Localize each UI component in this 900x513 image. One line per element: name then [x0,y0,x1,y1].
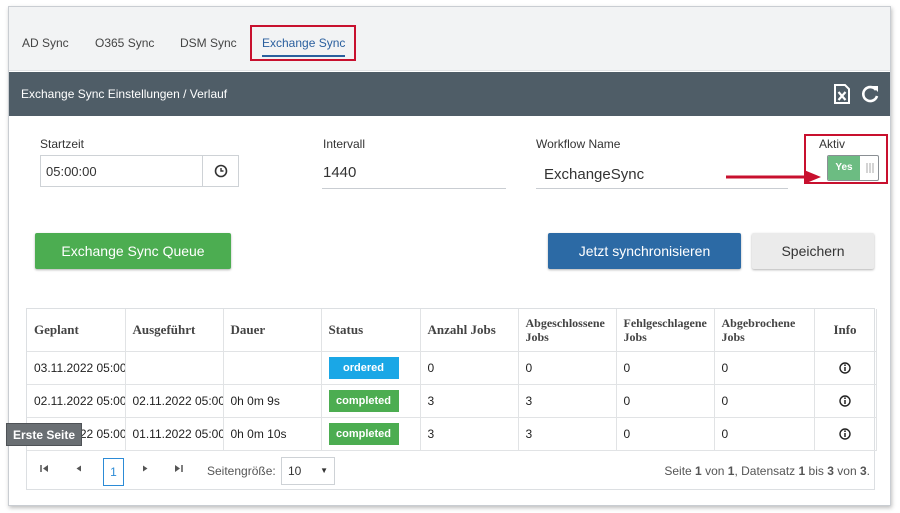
startzeit-input[interactable]: 05:00:00 [40,155,239,187]
dropdown-caret-icon: ▼ [320,466,328,475]
table-row[interactable]: 03.11.2022 05:00: ordered 0 0 0 0 [27,351,877,385]
toggle-yes-label: Yes [828,156,860,180]
page-size-value: 10 [288,464,302,478]
pager-info-end: . [866,464,870,478]
cell-info [814,417,877,451]
cell-dauer: 0h 0m 10s [223,417,322,451]
cell-info [814,384,877,418]
cell-geplant: 02.11.2022 05:00: [27,384,126,418]
table-row[interactable]: 01.11.2022 05:00: 01.11.2022 05:00: 0h 0… [27,417,877,451]
col-info: Info [814,309,877,352]
cell-dauer: 0h 0m 9s [223,384,322,418]
cell-abgeschlossen: 3 [518,384,617,418]
cell-ausgefuehrt: 02.11.2022 05:00: [125,384,224,418]
col-abgebrochene-jobs[interactable]: Abgebrochene Jobs [714,309,815,352]
cell-anzahl: 3 [420,417,519,451]
pager: 1 Seitengröße: 10 ▼ Seite 1 von 1, Daten… [27,450,874,490]
tab-bar: AD Sync O365 Sync DSM Sync Exchange Sync [9,7,890,71]
info-icon[interactable] [839,361,851,374]
workflow-label: Workflow Name [536,137,621,151]
tab-highlight-box [250,25,356,61]
aktiv-toggle[interactable]: Yes [827,155,879,181]
intervall-input[interactable]: 1440 [322,155,506,189]
cell-fehlgeschlagen: 0 [616,417,715,451]
status-badge: ordered [328,356,399,379]
startzeit-value: 05:00:00 [46,164,97,179]
cell-abgeschlossen: 0 [518,351,617,385]
page-size-label: Seitengröße: [207,464,276,478]
intervall-value: 1440 [323,164,357,181]
first-page-icon[interactable] [40,464,49,475]
pager-info-from: 1 [798,464,806,478]
panel-title: Exchange Sync Einstellungen / Verlauf [21,87,228,101]
pager-info-bis: bis [808,464,824,478]
cell-fehlgeschlagen: 0 [616,384,715,418]
aktiv-label: Aktiv [819,137,846,151]
cell-anzahl: 3 [420,384,519,418]
tab-ad-sync[interactable]: AD Sync [22,29,69,57]
cell-geplant: 03.11.2022 05:00: [27,351,126,385]
sync-history-grid: Geplant Ausgeführt Dauer Status Anzahl J… [26,308,877,490]
pager-info-seite: Seite [664,464,692,478]
next-page-icon[interactable] [141,464,150,475]
app-window: AD Sync O365 Sync DSM Sync Exchange Sync… [8,6,891,506]
exchange-sync-queue-button[interactable]: Exchange Sync Queue [35,233,231,269]
save-button[interactable]: Speichern [752,233,874,269]
cell-status: completed [321,384,421,418]
status-badge: completed [328,389,399,412]
pager-info-von2: von [837,464,857,478]
table-row[interactable]: 02.11.2022 05:00: 02.11.2022 05:00: 0h 0… [27,384,877,418]
status-badge: completed [328,422,399,445]
info-icon[interactable] [839,394,851,407]
pager-info-datensatz: , Datensatz [734,464,796,478]
cell-ausgefuehrt: 01.11.2022 05:00: [125,417,224,451]
pager-info-total: 3 [859,464,867,478]
panel-header: Exchange Sync Einstellungen / Verlauf [9,72,890,116]
pager-info: Seite 1 von 1, Datensatz 1 bis 3 von 3. [664,464,870,478]
refresh-icon[interactable] [860,84,879,104]
cell-abgeschlossen: 3 [518,417,617,451]
info-icon[interactable] [839,427,851,440]
cell-abgebrochen: 0 [714,417,815,451]
excel-export-icon[interactable] [833,84,851,104]
tab-o365-sync[interactable]: O365 Sync [95,29,154,57]
pager-info-page: 1 [695,464,702,478]
pager-info-to: 3 [827,464,834,478]
col-ausgefuehrt[interactable]: Ausgeführt [125,309,224,352]
tab-dsm-sync[interactable]: DSM Sync [180,29,237,57]
pager-info-von: von [705,464,725,478]
current-page-button[interactable]: 1 [103,458,124,486]
cell-info [814,351,877,385]
col-status[interactable]: Status [321,309,421,352]
col-dauer[interactable]: Dauer [223,309,322,352]
cell-status: completed [321,417,421,451]
time-picker-button[interactable] [202,156,238,186]
prev-page-icon[interactable] [74,464,83,475]
clock-icon [214,164,228,178]
cell-anzahl: 0 [420,351,519,385]
col-geplant[interactable]: Geplant [27,309,126,352]
cell-abgebrochen: 0 [714,384,815,418]
col-anzahl-jobs[interactable]: Anzahl Jobs [420,309,519,352]
cell-status: ordered [321,351,421,385]
intervall-label: Intervall [323,137,366,151]
page-size-select[interactable]: 10 ▼ [281,457,335,485]
workflow-value: ExchangeSync [544,166,645,183]
col-abgeschlossene-jobs[interactable]: Abgeschlossene Jobs [518,309,617,352]
toggle-grip-icon [866,163,874,173]
cell-ausgefuehrt [125,351,224,385]
cell-dauer [223,351,322,385]
table-header-row: Geplant Ausgeführt Dauer Status Anzahl J… [27,309,877,352]
col-fehlgeschlagene-jobs[interactable]: Fehlgeschlagene Jobs [616,309,715,352]
cell-abgebrochen: 0 [714,351,815,385]
cell-fehlgeschlagen: 0 [616,351,715,385]
startzeit-label: Startzeit [40,137,85,151]
red-arrow-annotation [726,170,821,184]
last-page-icon[interactable] [174,464,183,475]
sync-now-button[interactable]: Jetzt synchronisieren [548,233,741,269]
first-page-tooltip: Erste Seite [6,423,83,446]
